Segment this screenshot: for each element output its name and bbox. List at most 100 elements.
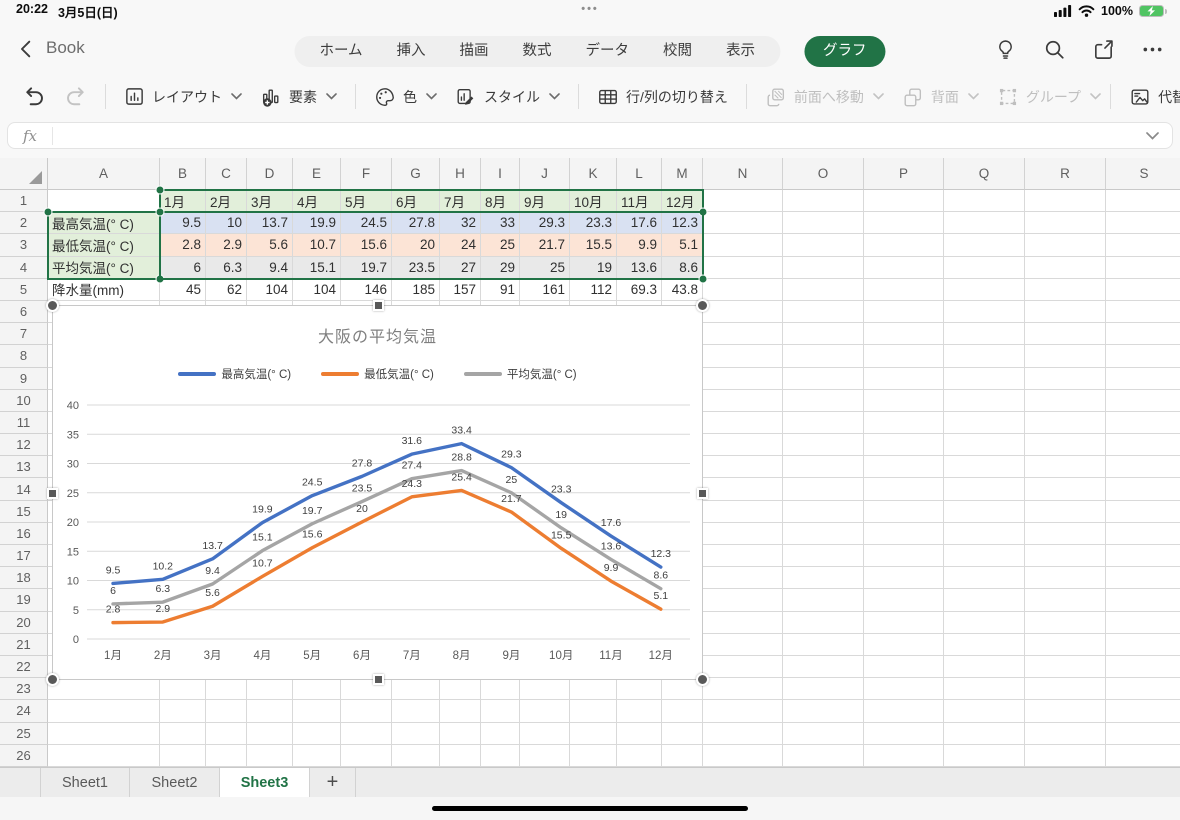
cell-G25[interactable] bbox=[392, 723, 440, 745]
cell-L5[interactable]: 69.3 bbox=[617, 279, 662, 301]
cell-R22[interactable] bbox=[1025, 656, 1106, 678]
cell-Q21[interactable] bbox=[944, 634, 1025, 656]
column-header-B[interactable]: B bbox=[160, 158, 206, 190]
row-header-10[interactable]: 10 bbox=[0, 390, 48, 412]
cell-P11[interactable] bbox=[864, 412, 944, 434]
row-header-11[interactable]: 11 bbox=[0, 412, 48, 434]
row-header-16[interactable]: 16 bbox=[0, 523, 48, 545]
row-header-4[interactable]: 4 bbox=[0, 257, 48, 279]
add-sheet-button[interactable]: + bbox=[310, 768, 356, 797]
column-header-I[interactable]: I bbox=[481, 158, 520, 190]
cell-Q22[interactable] bbox=[944, 656, 1025, 678]
row-header-18[interactable]: 18 bbox=[0, 567, 48, 589]
cell-D2[interactable]: 13.7 bbox=[247, 212, 293, 234]
sheet-tab-Sheet1[interactable]: Sheet1 bbox=[40, 768, 130, 797]
bring-forward-button[interactable]: 前面へ移動 bbox=[756, 82, 893, 112]
cell-C4[interactable]: 6.3 bbox=[206, 257, 247, 279]
share-icon[interactable] bbox=[1092, 38, 1115, 61]
cell-S2[interactable] bbox=[1106, 212, 1180, 234]
cell-P18[interactable] bbox=[864, 567, 944, 589]
cell-O2[interactable] bbox=[783, 212, 864, 234]
cell-N19[interactable] bbox=[703, 589, 783, 611]
cell-P22[interactable] bbox=[864, 656, 944, 678]
column-header-S[interactable]: S bbox=[1106, 158, 1180, 190]
cell-Q1[interactable] bbox=[944, 190, 1025, 212]
cell-P2[interactable] bbox=[864, 212, 944, 234]
row-header-1[interactable]: 1 bbox=[0, 190, 48, 212]
cell-F23[interactable] bbox=[341, 678, 392, 700]
cell-K23[interactable] bbox=[570, 678, 617, 700]
column-header-P[interactable]: P bbox=[864, 158, 944, 190]
cell-I4[interactable]: 29 bbox=[481, 257, 520, 279]
cell-D23[interactable] bbox=[247, 678, 293, 700]
cell-C1[interactable]: 2月 bbox=[206, 190, 247, 212]
cell-R12[interactable] bbox=[1025, 434, 1106, 456]
cell-D25[interactable] bbox=[247, 723, 293, 745]
row-header-25[interactable]: 25 bbox=[0, 723, 48, 745]
chart-handle-bottom-center[interactable] bbox=[373, 674, 384, 685]
cell-L1[interactable]: 11月 bbox=[617, 190, 662, 212]
cell-M1[interactable]: 12月 bbox=[662, 190, 703, 212]
range-handle[interactable] bbox=[699, 274, 708, 283]
cell-J5[interactable]: 161 bbox=[520, 279, 570, 301]
cell-P21[interactable] bbox=[864, 634, 944, 656]
cell-O10[interactable] bbox=[783, 390, 864, 412]
cell-F3[interactable]: 15.6 bbox=[341, 234, 392, 256]
cell-K1[interactable]: 10月 bbox=[570, 190, 617, 212]
cell-N3[interactable] bbox=[703, 234, 783, 256]
cell-D24[interactable] bbox=[247, 700, 293, 722]
cell-E2[interactable]: 19.9 bbox=[293, 212, 341, 234]
cell-O20[interactable] bbox=[783, 612, 864, 634]
cell-R2[interactable] bbox=[1025, 212, 1106, 234]
cell-S24[interactable] bbox=[1106, 700, 1180, 722]
cell-R24[interactable] bbox=[1025, 700, 1106, 722]
undo-button[interactable] bbox=[14, 81, 55, 112]
cell-P6[interactable] bbox=[864, 301, 944, 323]
cell-J23[interactable] bbox=[520, 678, 570, 700]
cell-N15[interactable] bbox=[703, 501, 783, 523]
column-header-E[interactable]: E bbox=[293, 158, 341, 190]
sheet-tab-Sheet3[interactable]: Sheet3 bbox=[220, 768, 310, 797]
cell-O24[interactable] bbox=[783, 700, 864, 722]
cell-Q6[interactable] bbox=[944, 301, 1025, 323]
elements-button[interactable]: 要素 bbox=[251, 82, 346, 112]
column-header-O[interactable]: O bbox=[783, 158, 864, 190]
cell-J26[interactable] bbox=[520, 745, 570, 767]
cell-P20[interactable] bbox=[864, 612, 944, 634]
cell-C5[interactable]: 62 bbox=[206, 279, 247, 301]
alt-text-button[interactable]: 代替テキスト bbox=[1120, 82, 1180, 112]
row-header-13[interactable]: 13 bbox=[0, 456, 48, 478]
cell-L3[interactable]: 9.9 bbox=[617, 234, 662, 256]
cell-G3[interactable]: 20 bbox=[392, 234, 440, 256]
send-backward-button[interactable]: 背面 bbox=[893, 82, 988, 112]
cell-N24[interactable] bbox=[703, 700, 783, 722]
cell-Q11[interactable] bbox=[944, 412, 1025, 434]
cell-S11[interactable] bbox=[1106, 412, 1180, 434]
cell-O3[interactable] bbox=[783, 234, 864, 256]
column-header-D[interactable]: D bbox=[247, 158, 293, 190]
tab-chart-contextual[interactable]: グラフ bbox=[804, 36, 886, 67]
cell-C24[interactable] bbox=[206, 700, 247, 722]
cell-M3[interactable]: 5.1 bbox=[662, 234, 703, 256]
cell-J25[interactable] bbox=[520, 723, 570, 745]
cell-S20[interactable] bbox=[1106, 612, 1180, 634]
cell-O4[interactable] bbox=[783, 257, 864, 279]
cell-H25[interactable] bbox=[440, 723, 481, 745]
cell-S14[interactable] bbox=[1106, 478, 1180, 500]
formula-bar-expand-icon[interactable] bbox=[1146, 127, 1172, 145]
cell-N1[interactable] bbox=[703, 190, 783, 212]
cell-R6[interactable] bbox=[1025, 301, 1106, 323]
cell-N10[interactable] bbox=[703, 390, 783, 412]
row-header-17[interactable]: 17 bbox=[0, 545, 48, 567]
row-header-3[interactable]: 3 bbox=[0, 234, 48, 256]
cell-S1[interactable] bbox=[1106, 190, 1180, 212]
cell-B4[interactable]: 6 bbox=[160, 257, 206, 279]
cell-K2[interactable]: 23.3 bbox=[570, 212, 617, 234]
cell-N18[interactable] bbox=[703, 567, 783, 589]
cell-Q13[interactable] bbox=[944, 456, 1025, 478]
cell-S18[interactable] bbox=[1106, 567, 1180, 589]
cell-B1[interactable]: 1月 bbox=[160, 190, 206, 212]
cell-Q19[interactable] bbox=[944, 589, 1025, 611]
column-header-H[interactable]: H bbox=[440, 158, 481, 190]
cell-R13[interactable] bbox=[1025, 456, 1106, 478]
